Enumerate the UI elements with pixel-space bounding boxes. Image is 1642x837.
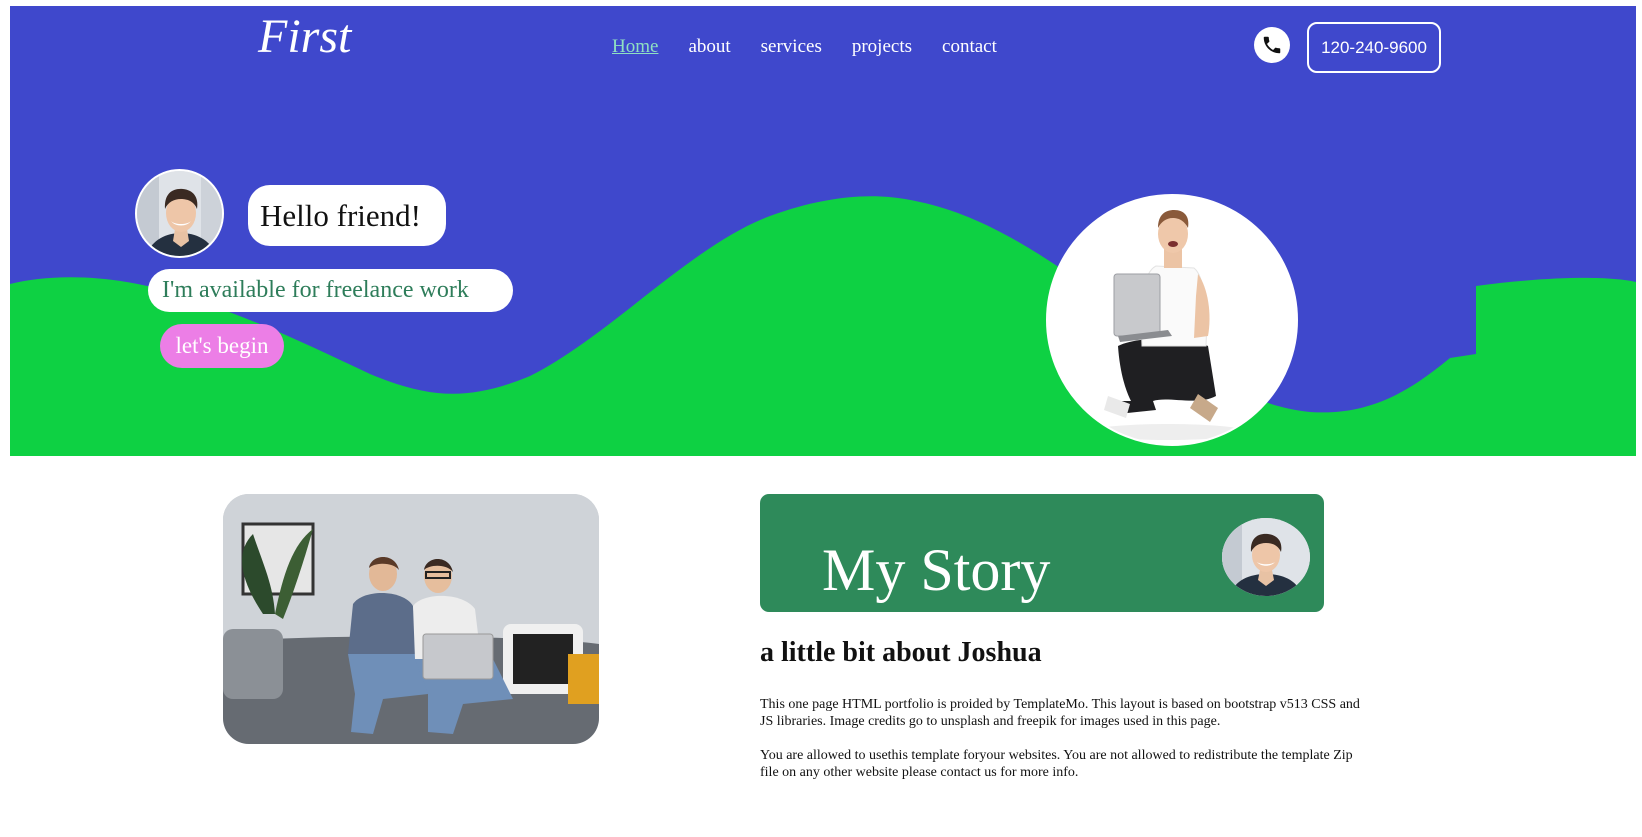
nav-link-projects[interactable]: projects — [852, 36, 912, 59]
greeting-bubble: Hello friend! — [248, 185, 446, 246]
my-story-title: My Story — [822, 537, 1051, 603]
site-logo[interactable]: First — [258, 8, 351, 66]
nav-link-services[interactable]: services — [761, 36, 822, 59]
my-story-card: My Story — [760, 494, 1324, 612]
nav-link-contact[interactable]: contact — [942, 36, 997, 59]
about-heading: a little bit about Joshua — [760, 637, 1042, 668]
phone-number-button[interactable]: 120-240-9600 — [1307, 22, 1441, 73]
freelance-tagline: I'm available for freelance work — [148, 269, 513, 312]
avatar — [1222, 518, 1310, 596]
hero-person-photo — [1046, 194, 1298, 446]
couple-on-sofa-photo — [223, 494, 599, 744]
about-paragraph: This one page HTML portfolio is proided … — [760, 697, 1360, 729]
phone-icon[interactable] — [1254, 27, 1290, 63]
avatar — [135, 169, 224, 258]
about-paragraph: You are allowed to usethis template fory… — [760, 748, 1353, 780]
main-nav: Home about services projects contact — [612, 36, 997, 59]
hero-section: First Home about services projects conta… — [10, 6, 1636, 456]
nav-link-home[interactable]: Home — [612, 36, 658, 59]
lets-begin-button[interactable]: let's begin — [160, 324, 284, 368]
nav-link-about[interactable]: about — [688, 36, 730, 59]
